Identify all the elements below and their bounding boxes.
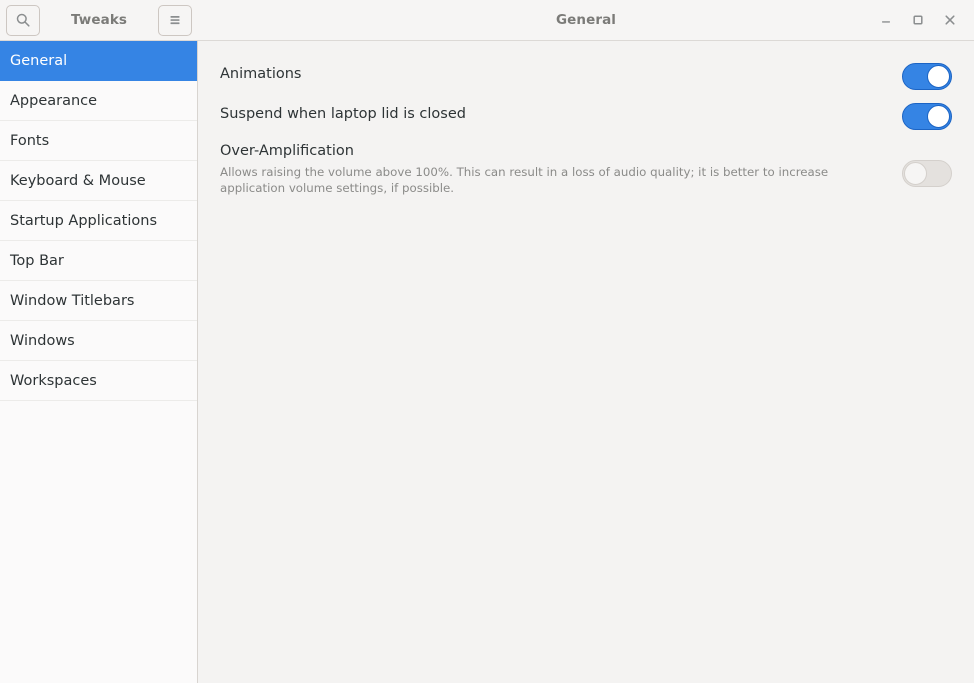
- sidebar-item-label: Top Bar: [10, 253, 64, 269]
- sidebar-item-top-bar[interactable]: Top Bar: [0, 241, 197, 281]
- minimize-icon: [878, 12, 894, 28]
- sidebar-item-window-titlebars[interactable]: Window Titlebars: [0, 281, 197, 321]
- maximize-button[interactable]: [902, 4, 934, 36]
- preference-description: Allows raising the volume above 100%. Th…: [220, 164, 882, 196]
- sidebar-item-label: Workspaces: [10, 373, 97, 389]
- sidebar-item-label: Window Titlebars: [10, 293, 134, 309]
- sidebar-item-label: Appearance: [10, 93, 97, 109]
- row-spacer: [220, 94, 952, 103]
- sidebar-item-label: Fonts: [10, 133, 49, 149]
- main-menu-button[interactable]: [158, 5, 192, 36]
- header-bar-left: Tweaks: [0, 0, 198, 40]
- toggle-knob: [927, 65, 950, 88]
- preference-text: Animations: [220, 63, 301, 84]
- preference-title: Suspend when laptop lid is closed: [220, 104, 466, 124]
- sidebar-item-keyboard-and-mouse[interactable]: Keyboard & Mouse: [0, 161, 197, 201]
- minimize-button[interactable]: [870, 4, 902, 36]
- preference-row-suspend-lid: Suspend when laptop lid is closed: [220, 103, 952, 134]
- toggle-knob: [927, 105, 950, 128]
- sidebar-item-general[interactable]: General: [0, 41, 197, 81]
- animations-toggle[interactable]: [902, 63, 952, 90]
- close-button[interactable]: [934, 4, 966, 36]
- header-bar: Tweaks General: [0, 0, 974, 41]
- preference-row-over-amplification: Over-Amplification Allows raising the vo…: [220, 140, 952, 196]
- search-button[interactable]: [6, 5, 40, 36]
- toggle-knob: [904, 162, 927, 185]
- app-title: Tweaks: [71, 12, 127, 28]
- preference-title: Over-Amplification: [220, 141, 882, 161]
- sidebar: General Appearance Fonts Keyboard & Mous…: [0, 41, 198, 683]
- sidebar-item-label: Startup Applications: [10, 213, 157, 229]
- content-area: Animations Suspend when laptop lid is cl…: [198, 41, 974, 683]
- hamburger-menu-icon: [167, 12, 183, 28]
- preference-text: Suspend when laptop lid is closed: [220, 103, 466, 124]
- preference-row-animations: Animations: [220, 63, 952, 94]
- suspend-lid-toggle[interactable]: [902, 103, 952, 130]
- window-body: General Appearance Fonts Keyboard & Mous…: [0, 41, 974, 683]
- preference-text: Over-Amplification Allows raising the vo…: [220, 140, 882, 196]
- header-bar-right: General: [198, 0, 974, 40]
- preferences-list: Animations Suspend when laptop lid is cl…: [198, 41, 974, 196]
- maximize-icon: [910, 12, 926, 28]
- sidebar-item-label: General: [10, 53, 67, 69]
- window-controls: [870, 0, 974, 40]
- sidebar-item-fonts[interactable]: Fonts: [0, 121, 197, 161]
- sidebar-item-workspaces[interactable]: Workspaces: [0, 361, 197, 401]
- sidebar-item-label: Keyboard & Mouse: [10, 173, 146, 189]
- sidebar-item-startup-applications[interactable]: Startup Applications: [0, 201, 197, 241]
- search-icon: [15, 12, 31, 28]
- close-icon: [942, 12, 958, 28]
- sidebar-item-label: Windows: [10, 333, 75, 349]
- sidebar-item-windows[interactable]: Windows: [0, 321, 197, 361]
- window-title: General: [556, 12, 616, 28]
- tweaks-window: Tweaks General: [0, 0, 974, 683]
- preference-title: Animations: [220, 64, 301, 84]
- over-amplification-toggle[interactable]: [902, 160, 952, 187]
- sidebar-item-appearance[interactable]: Appearance: [0, 81, 197, 121]
